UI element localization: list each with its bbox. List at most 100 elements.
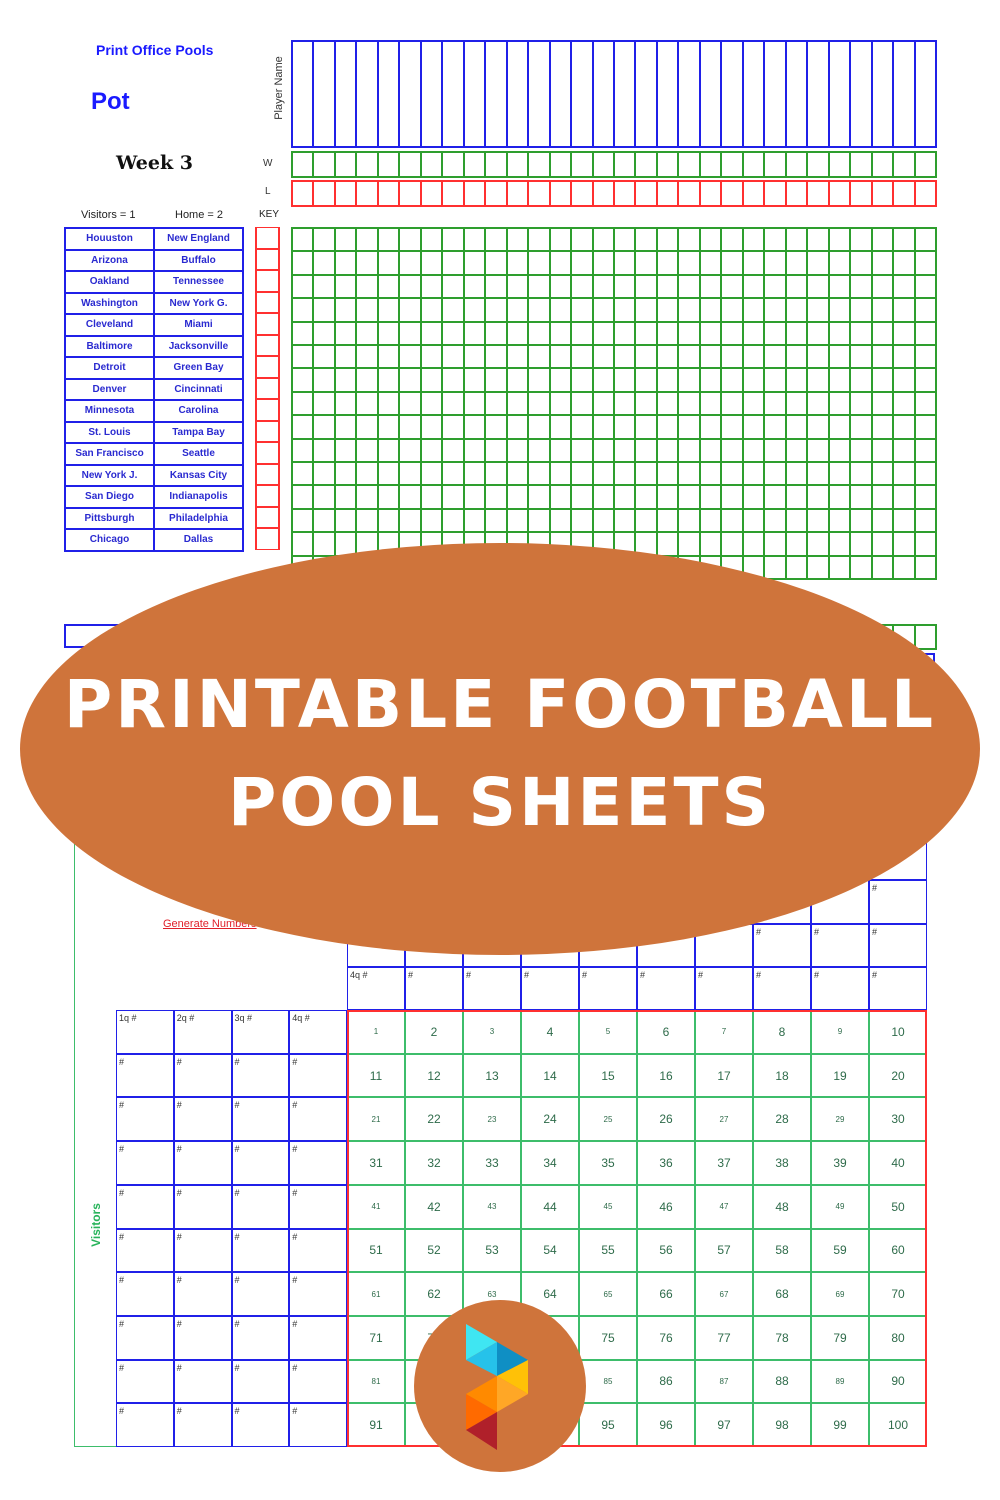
loss-cell[interactable] — [356, 181, 378, 206]
square-cell[interactable]: 89 — [811, 1359, 869, 1404]
square-cell[interactable]: 22 — [405, 1097, 463, 1142]
square-cell[interactable]: 45 — [579, 1184, 637, 1229]
key-cell[interactable] — [255, 248, 280, 270]
pick-cell[interactable] — [485, 344, 507, 369]
pick-cell[interactable] — [828, 508, 851, 533]
pick-cell[interactable] — [699, 461, 722, 486]
pick-cell[interactable] — [463, 368, 486, 392]
pick-cell[interactable] — [292, 485, 314, 509]
player-name-cell[interactable] — [828, 41, 851, 147]
square-cell[interactable]: 36 — [637, 1141, 695, 1185]
pick-cell[interactable] — [678, 391, 700, 416]
pick-cell[interactable] — [742, 274, 765, 299]
pick-cell[interactable] — [678, 508, 700, 533]
visitor-quarter-number-cell[interactable]: # — [173, 1097, 232, 1142]
pick-cell[interactable] — [420, 415, 443, 439]
loss-cell[interactable] — [850, 181, 872, 206]
pick-cell[interactable] — [635, 368, 657, 392]
pick-cell[interactable] — [399, 438, 421, 462]
pick-cell[interactable] — [313, 274, 335, 299]
pick-cell[interactable] — [592, 298, 614, 322]
pick-cell[interactable] — [678, 298, 700, 322]
pick-cell[interactable] — [635, 391, 657, 416]
win-cell[interactable] — [893, 152, 915, 177]
loss-cell[interactable] — [656, 181, 679, 206]
pick-cell[interactable] — [699, 508, 722, 533]
square-cell[interactable]: 38 — [753, 1141, 811, 1185]
square-cell[interactable]: 56 — [637, 1228, 695, 1273]
pick-cell[interactable] — [506, 251, 529, 275]
pick-cell[interactable] — [463, 228, 486, 252]
pick-cell[interactable] — [399, 461, 421, 486]
pick-cell[interactable] — [442, 438, 464, 462]
pick-cell[interactable] — [313, 391, 335, 416]
loss-cell[interactable] — [377, 181, 400, 206]
pick-cell[interactable] — [871, 415, 894, 439]
visitor-quarter-number-cell[interactable]: # — [289, 1228, 347, 1273]
square-cell[interactable]: 91 — [347, 1403, 405, 1447]
pick-cell[interactable] — [377, 251, 400, 275]
square-cell[interactable]: 32 — [405, 1141, 463, 1185]
pick-cell[interactable] — [893, 391, 915, 416]
pick-cell[interactable] — [377, 344, 400, 369]
pick-cell[interactable] — [592, 461, 614, 486]
pick-cell[interactable] — [356, 415, 378, 439]
pick-cell[interactable] — [635, 508, 657, 533]
pick-cell[interactable] — [485, 274, 507, 299]
pick-cell[interactable] — [914, 532, 936, 556]
pick-cell[interactable] — [313, 415, 335, 439]
pick-cell[interactable] — [785, 274, 808, 299]
pick-cell[interactable] — [828, 298, 851, 322]
visitor-quarter-number-cell[interactable]: # — [231, 1053, 290, 1098]
square-cell[interactable]: 30 — [869, 1097, 927, 1142]
pick-cell[interactable] — [807, 555, 829, 579]
visitor-quarter-number-cell[interactable]: # — [173, 1184, 232, 1229]
player-name-cell[interactable] — [334, 41, 357, 147]
pick-cell[interactable] — [828, 485, 851, 509]
visitor-quarter-number-cell[interactable]: # — [289, 1184, 347, 1229]
pick-cell[interactable] — [442, 298, 464, 322]
pick-cell[interactable] — [635, 321, 657, 345]
pick-cell[interactable] — [377, 438, 400, 462]
pick-cell[interactable] — [656, 391, 679, 416]
key-cell[interactable] — [255, 420, 280, 442]
player-name-cell[interactable] — [742, 41, 765, 147]
pick-cell[interactable] — [742, 321, 765, 345]
pick-cell[interactable] — [656, 368, 679, 392]
square-cell[interactable]: 80 — [869, 1315, 927, 1360]
pick-cell[interactable] — [871, 532, 894, 556]
pick-cell[interactable] — [656, 321, 679, 345]
loss-cell[interactable] — [313, 181, 335, 206]
pick-cell[interactable] — [549, 461, 572, 486]
pick-cell[interactable] — [721, 251, 743, 275]
pick-cell[interactable] — [442, 274, 464, 299]
pick-cell[interactable] — [850, 555, 872, 579]
loss-cell[interactable] — [399, 181, 421, 206]
pick-cell[interactable] — [699, 298, 722, 322]
square-cell[interactable]: 70 — [869, 1272, 927, 1316]
pick-cell[interactable] — [442, 391, 464, 416]
loss-cell[interactable] — [871, 181, 894, 206]
loss-cell[interactable] — [635, 181, 657, 206]
pick-cell[interactable] — [399, 344, 421, 369]
pick-cell[interactable] — [871, 555, 894, 579]
pick-cell[interactable] — [635, 298, 657, 322]
pick-cell[interactable] — [656, 508, 679, 533]
pick-cell[interactable] — [742, 251, 765, 275]
pick-cell[interactable] — [399, 321, 421, 345]
visitor-quarter-number-cell[interactable]: # — [289, 1141, 347, 1185]
pick-cell[interactable] — [356, 228, 378, 252]
pick-cell[interactable] — [871, 461, 894, 486]
pick-cell[interactable] — [785, 438, 808, 462]
pick-cell[interactable] — [893, 321, 915, 345]
pick-cell[interactable] — [356, 274, 378, 299]
square-cell[interactable]: 53 — [463, 1228, 521, 1273]
player-name-cell[interactable] — [399, 41, 421, 147]
pick-cell[interactable] — [528, 321, 550, 345]
square-cell[interactable]: 16 — [637, 1053, 695, 1098]
pick-cell[interactable] — [334, 274, 357, 299]
pick-cell[interactable] — [914, 298, 936, 322]
home-quarter-number-cell[interactable]: # — [869, 966, 927, 1010]
square-cell[interactable]: 81 — [347, 1359, 405, 1404]
square-cell[interactable]: 55 — [579, 1228, 637, 1273]
